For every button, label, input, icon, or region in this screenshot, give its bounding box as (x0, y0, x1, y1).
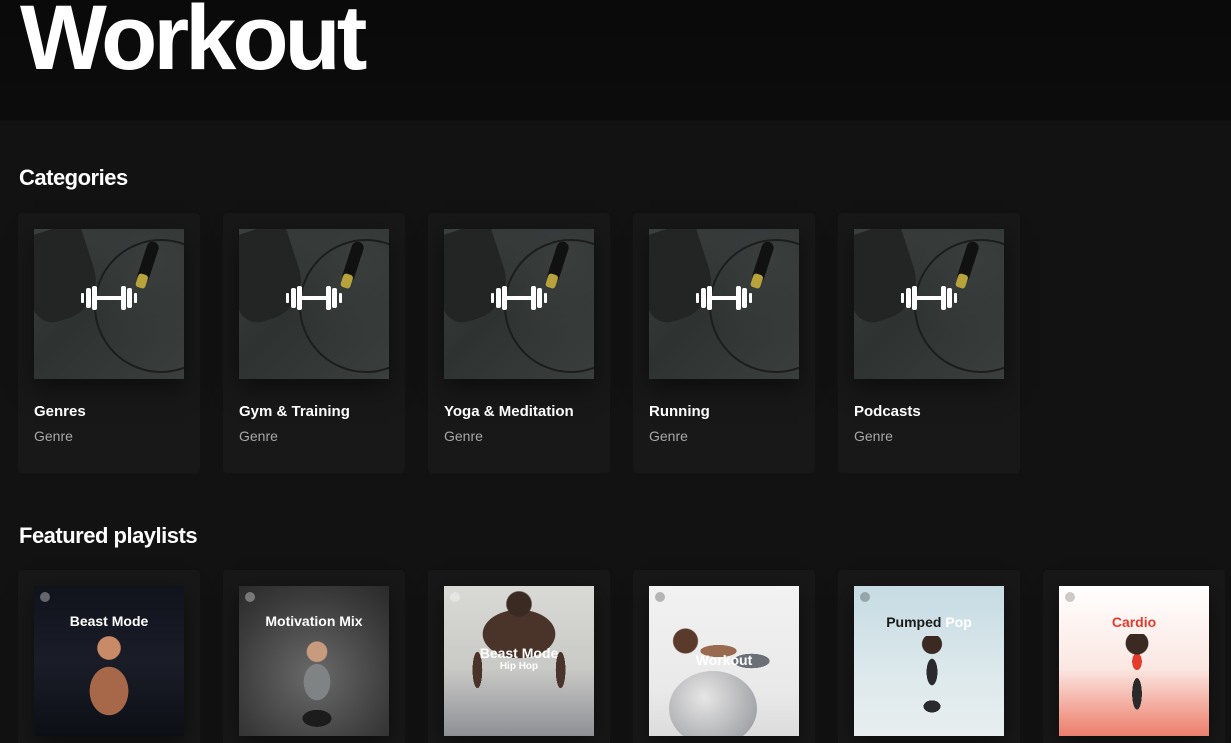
playlist-card-beast-mode[interactable]: Beast Mode (18, 570, 200, 743)
category-title: Yoga & Meditation (444, 403, 574, 420)
cover-title: Workout (695, 652, 753, 668)
category-title: Gym & Training (239, 403, 350, 420)
playlist-card-cardio[interactable]: Cardio (1043, 570, 1225, 743)
playlist-cover: Beast Mode (34, 586, 184, 736)
playlist-cover: Cardio (1059, 586, 1209, 736)
category-cover (444, 229, 594, 379)
cover-title-group: Pumped Pop (854, 614, 1004, 630)
dumbbell-icon (696, 286, 752, 310)
playlist-card-workout[interactable]: Workout (633, 570, 815, 743)
category-card-podcasts[interactable]: Podcasts Genre (838, 213, 1020, 473)
category-subtitle: Genre (444, 428, 483, 444)
spotify-logo-icon (1065, 592, 1075, 602)
dumbbell-icon (901, 286, 957, 310)
spotify-logo-icon (450, 592, 460, 602)
dumbbell-icon (81, 286, 137, 310)
playlist-cover: Workout (649, 586, 799, 736)
category-card-gym-training[interactable]: Gym & Training Genre (223, 213, 405, 473)
playlist-card-pumped-pop[interactable]: Pumped Pop (838, 570, 1020, 743)
category-subtitle: Genre (649, 428, 688, 444)
workout-page: Workout Categories Genres Genre Gym & Tr… (0, 0, 1231, 743)
playlist-cover: Motivation Mix (239, 586, 389, 736)
category-title: Running (649, 403, 710, 420)
featured-playlists-row: Beast Mode Motivation Mix Beast Mode Hip… (18, 570, 1225, 743)
category-subtitle: Genre (34, 428, 73, 444)
dumbbell-icon (491, 286, 547, 310)
category-title: Podcasts (854, 403, 921, 420)
playlist-card-motivation-mix[interactable]: Motivation Mix (223, 570, 405, 743)
playlist-cover: Beast Mode Hip Hop (444, 586, 594, 736)
spotify-logo-icon (40, 592, 50, 602)
spotify-logo-icon (655, 592, 665, 602)
category-card-genres[interactable]: Genres Genre (18, 213, 200, 473)
cover-title: Motivation Mix (265, 613, 363, 629)
category-cover (239, 229, 389, 379)
category-cover (649, 229, 799, 379)
categories-row: Genres Genre Gym & Training Genre Yoga &… (18, 213, 1020, 473)
category-card-yoga-meditation[interactable]: Yoga & Meditation Genre (428, 213, 610, 473)
featured-playlists-heading[interactable]: Featured playlists (19, 523, 198, 549)
page-title: Workout (20, 0, 367, 89)
cover-subtitle: Hip Hop (499, 661, 539, 672)
cover-title: Beast Mode (69, 613, 149, 629)
cover-title: Cardio (1111, 614, 1157, 630)
cover-title: Beast Mode (479, 645, 559, 661)
categories-heading[interactable]: Categories (19, 165, 128, 191)
category-cover (34, 229, 184, 379)
cover-title: Pumped (886, 614, 942, 630)
playlist-card-beast-mode-hip-hop[interactable]: Beast Mode Hip Hop (428, 570, 610, 743)
category-subtitle: Genre (854, 428, 893, 444)
category-card-running[interactable]: Running Genre (633, 213, 815, 473)
playlist-cover: Pumped Pop (854, 586, 1004, 736)
spotify-logo-icon (860, 592, 870, 602)
dumbbell-icon (286, 286, 342, 310)
cover-title-2: Pop (945, 614, 972, 630)
category-cover (854, 229, 1004, 379)
category-title: Genres (34, 403, 86, 420)
category-subtitle: Genre (239, 428, 278, 444)
spotify-logo-icon (245, 592, 255, 602)
